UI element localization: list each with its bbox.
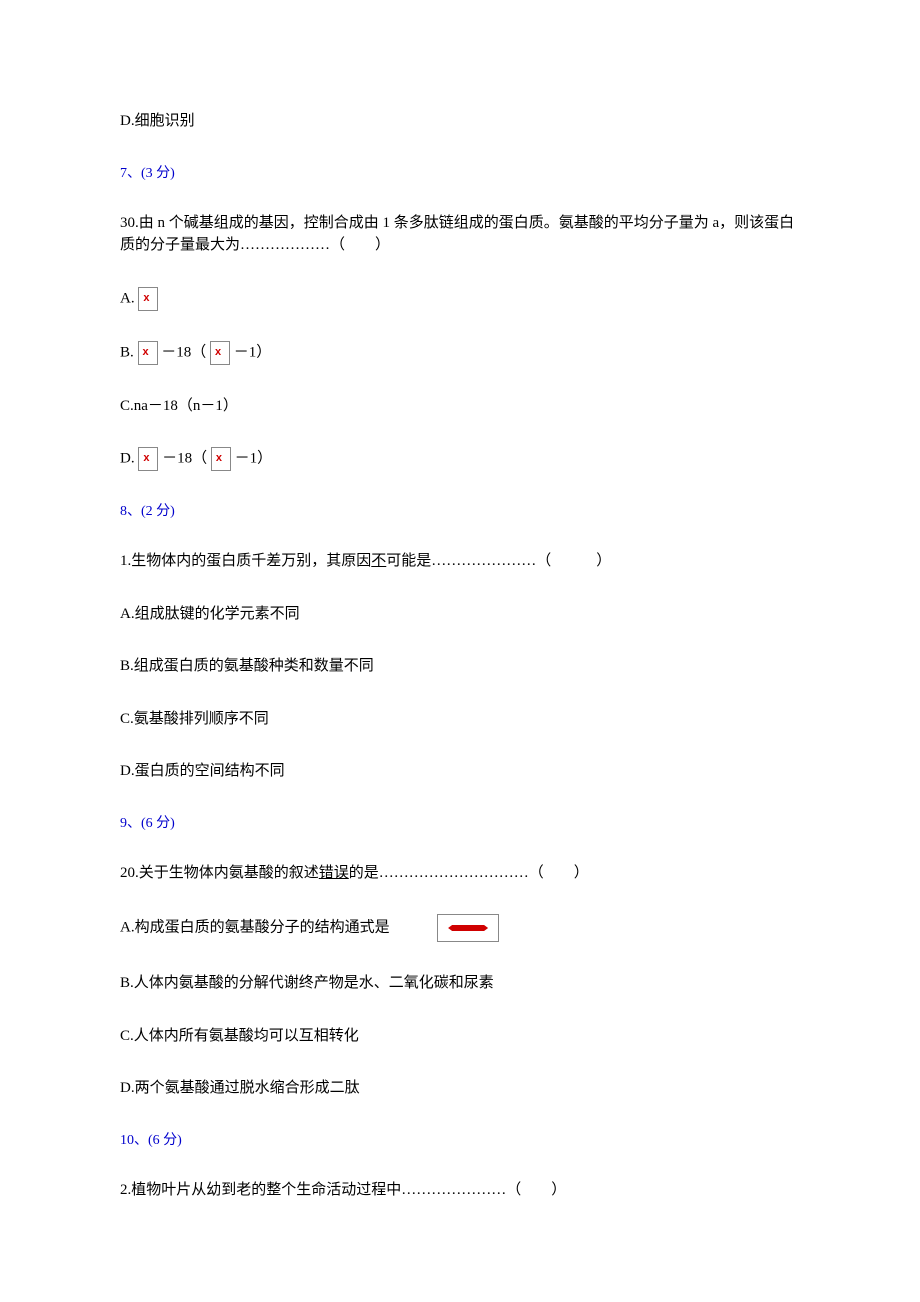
q7-option-d: D. －18（ －1） bbox=[120, 447, 800, 471]
q9-stem: 20.关于生物体内氨基酸的叙述错误的是…………………………（ ） bbox=[120, 862, 800, 885]
q8-header: 8、(2 分) bbox=[120, 501, 800, 522]
q7-stem: 30.由 n 个碱基组成的基因，控制合成由 1 条多肽链组成的蛋白质。氨基酸的平… bbox=[120, 212, 800, 257]
option-label: B. bbox=[120, 344, 134, 360]
stem-text: 1.生物体内的蛋白质千差万别，其原因 bbox=[120, 553, 371, 569]
q9-option-c: C.人体内所有氨基酸均可以互相转化 bbox=[120, 1025, 800, 1048]
option-text: －1） bbox=[235, 450, 273, 466]
broken-image-icon bbox=[437, 914, 499, 942]
q7-header: 7、(3 分) bbox=[120, 163, 800, 184]
stem-underline: 错误 bbox=[319, 865, 349, 881]
broken-image-icon bbox=[138, 341, 158, 365]
q6-option-d: D.细胞识别 bbox=[120, 110, 800, 133]
q7-option-c: C.na－18（n－1） bbox=[120, 395, 800, 418]
stem-text: 可能是…………………（ ） bbox=[386, 553, 611, 569]
q8-option-a: A.组成肽键的化学元素不同 bbox=[120, 603, 800, 626]
q9-option-d: D.两个氨基酸通过脱水缩合形成二肽 bbox=[120, 1077, 800, 1100]
stem-underline: 不 bbox=[371, 553, 386, 569]
broken-image-icon bbox=[211, 447, 231, 471]
q10-header: 10、(6 分) bbox=[120, 1130, 800, 1151]
option-label: D. bbox=[120, 450, 135, 466]
q8-option-d: D.蛋白质的空间结构不同 bbox=[120, 760, 800, 783]
q9-header: 9、(6 分) bbox=[120, 813, 800, 834]
q8-option-c: C.氨基酸排列顺序不同 bbox=[120, 708, 800, 731]
q8-stem: 1.生物体内的蛋白质千差万别，其原因不可能是…………………（ ） bbox=[120, 550, 800, 573]
option-text: －18（ bbox=[162, 450, 207, 466]
exam-page: D.细胞识别 7、(3 分) 30.由 n 个碱基组成的基因，控制合成由 1 条… bbox=[0, 0, 920, 1302]
q9-option-b: B.人体内氨基酸的分解代谢终产物是水、二氧化碳和尿素 bbox=[120, 972, 800, 995]
q10-stem: 2.植物叶片从幼到老的整个生命活动过程中…………………（ ） bbox=[120, 1179, 800, 1202]
broken-image-icon bbox=[210, 341, 230, 365]
stem-text: 20.关于生物体内氨基酸的叙述 bbox=[120, 865, 319, 881]
option-text: －1） bbox=[234, 344, 272, 360]
broken-image-icon bbox=[138, 447, 158, 471]
q7-option-a: A. bbox=[120, 287, 800, 311]
q9-option-a: A.构成蛋白质的氨基酸分子的结构通式是 bbox=[120, 914, 800, 942]
option-label: A. bbox=[120, 290, 135, 306]
option-text: －18（ bbox=[161, 344, 206, 360]
q7-option-b: B. －18（ －1） bbox=[120, 341, 800, 365]
option-text: A.构成蛋白质的氨基酸分子的结构通式是 bbox=[120, 919, 390, 935]
broken-image-icon bbox=[138, 287, 158, 311]
q8-option-b: B.组成蛋白质的氨基酸种类和数量不同 bbox=[120, 655, 800, 678]
stem-text: 的是…………………………（ ） bbox=[349, 865, 589, 881]
